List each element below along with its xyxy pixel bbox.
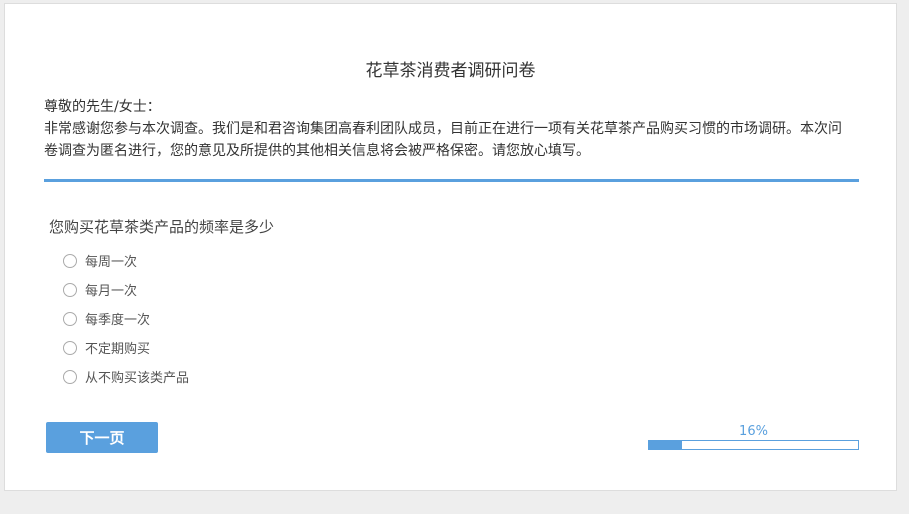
option-monthly[interactable]: 每月一次	[63, 275, 189, 304]
option-label: 每季度一次	[85, 313, 151, 328]
progress-percent: 16%	[739, 424, 768, 439]
intro-text: 非常感谢您参与本次调查。我们是和君咨询集团高春利团队成员，目前正在进行一项有关花…	[44, 121, 842, 159]
progress-bar	[648, 440, 859, 450]
option-label: 每月一次	[85, 284, 138, 299]
option-never[interactable]: 从不购买该类产品	[63, 362, 189, 391]
section-divider	[44, 179, 859, 182]
progress-fill	[649, 441, 683, 449]
radio-button[interactable]	[63, 369, 77, 384]
option-label: 不定期购买	[85, 342, 151, 357]
option-label: 从不购买该类产品	[85, 371, 190, 386]
survey-title: 花草茶消费者调研问卷	[365, 61, 536, 81]
survey-intro: 尊敬的先生/女士： 非常感谢您参与本次调查。我们是和君咨询集团高春利团队成员，目…	[44, 96, 854, 162]
option-weekly[interactable]: 每周一次	[63, 246, 189, 275]
radio-button[interactable]	[63, 282, 77, 297]
radio-button[interactable]	[63, 253, 77, 268]
radio-button[interactable]	[63, 311, 77, 326]
answer-options: 每周一次 每月一次 每季度一次 不定期购买 从不购买该类产品	[63, 246, 189, 391]
survey-card: 花草茶消费者调研问卷 尊敬的先生/女士： 非常感谢您参与本次调查。我们是和君咨询…	[4, 3, 897, 491]
intro-greeting: 尊敬的先生/女士：	[44, 99, 161, 115]
question-text: 您购买花草茶类产品的频率是多少	[49, 218, 275, 236]
radio-button[interactable]	[63, 340, 77, 355]
next-page-button[interactable]: 下一页	[46, 422, 158, 453]
option-label: 每周一次	[85, 255, 138, 270]
option-irregular[interactable]: 不定期购买	[63, 333, 189, 362]
option-quarterly[interactable]: 每季度一次	[63, 304, 189, 333]
